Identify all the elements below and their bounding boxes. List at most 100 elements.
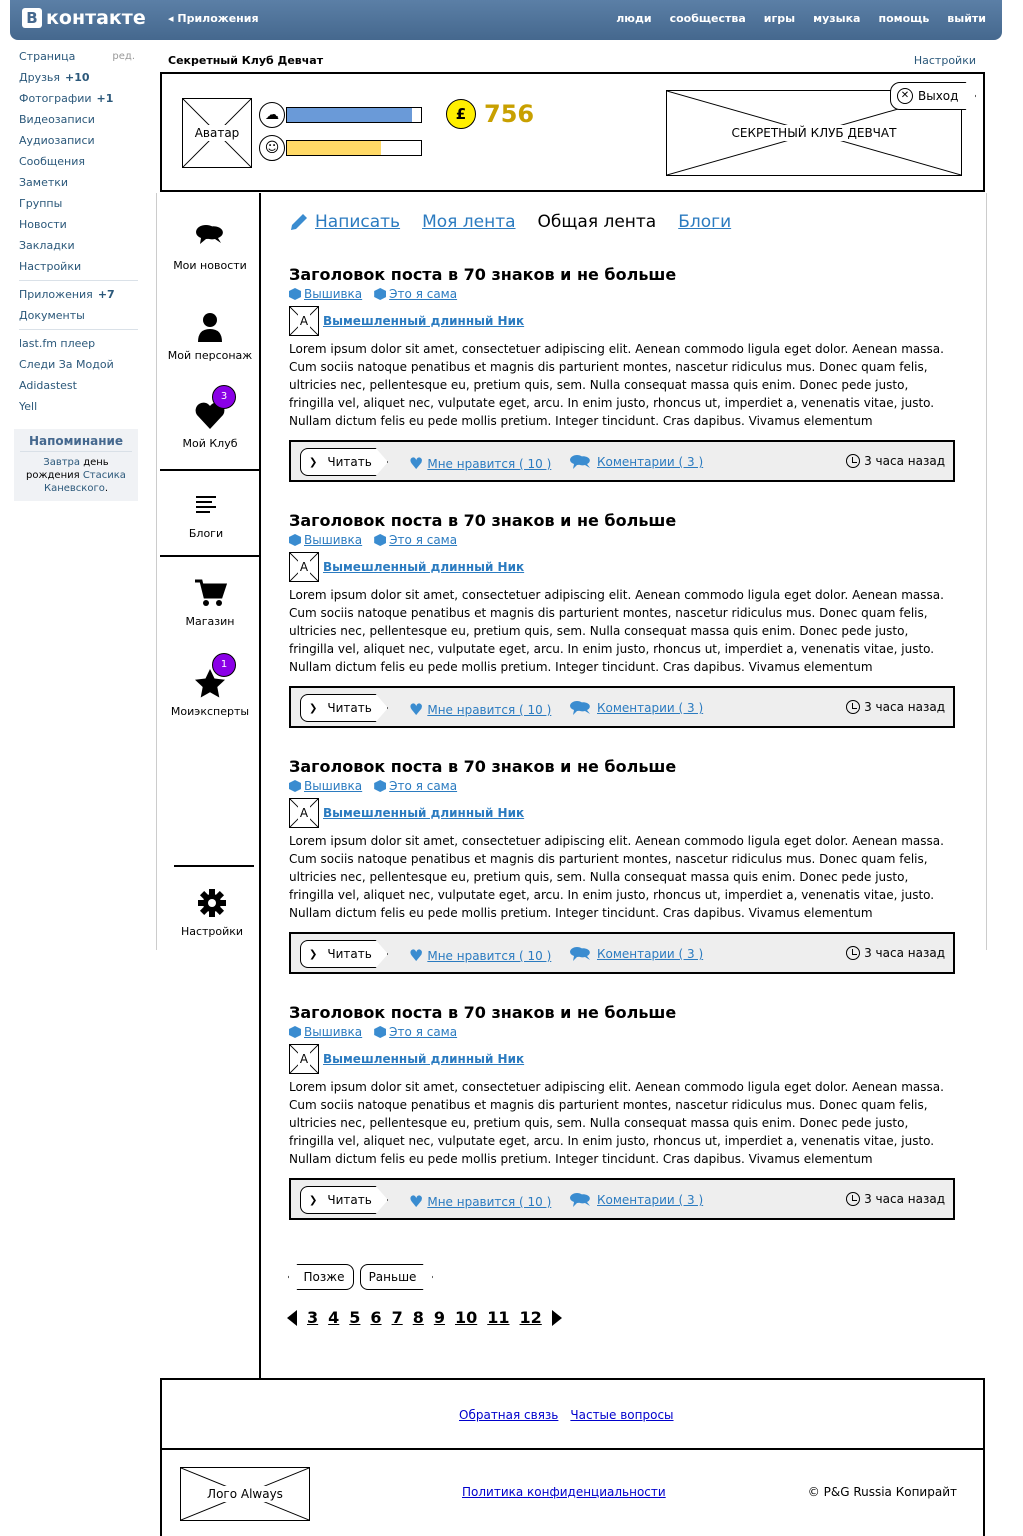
tag-link[interactable]: Это я сама [374, 779, 457, 793]
author-avatar[interactable]: A [289, 1044, 319, 1074]
side-nav-my-club[interactable]: 3 Мой Клуб [160, 385, 260, 450]
page-link[interactable]: 5 [349, 1308, 360, 1327]
post-title[interactable]: Заголовок поста в 70 знаков и не больше [289, 265, 955, 284]
left-menu-item-fashion[interactable]: Следи За Модой [14, 354, 138, 375]
side-nav-shop[interactable]: Магазин [160, 575, 260, 628]
page-link[interactable]: 3 [307, 1308, 318, 1327]
tab-write[interactable]: Написать [289, 212, 400, 232]
page-link[interactable]: 8 [413, 1308, 424, 1327]
left-menu-item-notes[interactable]: Заметки [14, 172, 138, 193]
left-menu-item-yell[interactable]: Yell [14, 396, 138, 417]
top-nav-help[interactable]: помощь [878, 12, 929, 25]
tab-my-feed[interactable]: Моя лента [422, 212, 515, 232]
left-menu-label: Yell [19, 400, 38, 413]
author-avatar[interactable]: A [289, 798, 319, 828]
left-menu-item-news[interactable]: Новости [14, 214, 138, 235]
left-menu-label: Заметки [19, 176, 69, 189]
top-nav-communities[interactable]: сообщества [670, 12, 746, 25]
tag-link[interactable]: Вышивка [289, 779, 362, 793]
author-nick-link[interactable]: Вымешленный длинный Ник [323, 1052, 524, 1066]
left-menu-item-settings[interactable]: Настройки [14, 256, 138, 277]
faq-link[interactable]: Частые вопросы [570, 1408, 673, 1422]
left-menu-item-page[interactable]: Страница ред. [14, 46, 138, 67]
tab-common-feed[interactable]: Общая лента [538, 212, 657, 232]
left-menu-label: Сообщения [19, 155, 86, 168]
reminder-tomorrow-link[interactable]: Завтра [43, 457, 80, 468]
like-button[interactable]: ♥ Мне нравится ( 10 ) [409, 946, 551, 965]
left-menu-item-lastfm[interactable]: last.fm плеер [14, 333, 138, 354]
post-actions: ❯ Читать ♥ Мне нравится ( 10 ) Коментарии ( … [289, 1178, 955, 1220]
top-nav-music[interactable]: музыка [813, 12, 860, 25]
header-settings-link[interactable]: Настройки [914, 54, 976, 67]
page-link[interactable]: 12 [520, 1308, 542, 1327]
tag-link[interactable]: Вышивка [289, 287, 362, 301]
earlier-button[interactable]: Раньше [360, 1264, 433, 1290]
author-avatar[interactable]: A [289, 552, 319, 582]
top-nav-games[interactable]: игры [764, 12, 795, 25]
tag-link[interactable]: Это я сама [374, 287, 457, 301]
page-link[interactable]: 6 [370, 1308, 381, 1327]
left-menu-item-apps[interactable]: Приложения +7 [14, 284, 138, 305]
tag-link[interactable]: Вышивка [289, 533, 362, 547]
post-title[interactable]: Заголовок поста в 70 знаков и не больше [289, 757, 955, 776]
read-button[interactable]: ❯ Читать [300, 694, 388, 722]
later-button[interactable]: Позже [288, 1264, 354, 1290]
left-menu-label: Видеозаписи [19, 113, 95, 126]
left-menu-item-groups[interactable]: Группы [14, 193, 138, 214]
prev-page-icon[interactable] [287, 1309, 297, 1326]
author-nick-link[interactable]: Вымешленный длинный Ник [323, 560, 524, 574]
tag-link[interactable]: Вышивка [289, 1025, 362, 1039]
tag-link[interactable]: Это я сама [374, 1025, 457, 1039]
footer-logo[interactable]: Лого Always [180, 1467, 310, 1521]
side-nav-label: Мой персонаж [167, 349, 253, 362]
side-nav-my-news[interactable]: Мои новости [160, 219, 260, 272]
left-menu-item-bookmarks[interactable]: Закладки [14, 235, 138, 256]
side-nav-label: Настройки [180, 925, 244, 938]
comments-button[interactable]: Коментарии ( 3 ) [569, 699, 703, 717]
top-nav-logout[interactable]: выйти [947, 12, 986, 25]
exit-button[interactable]: ✕ Выход [890, 82, 976, 110]
privacy-link[interactable]: Политика конфиденциальности [462, 1485, 666, 1499]
side-nav-settings[interactable]: Настройки [162, 885, 262, 938]
page-link[interactable]: 11 [487, 1308, 509, 1327]
read-button[interactable]: ❯ Читать [300, 940, 388, 968]
read-button[interactable]: ❯ Читать [300, 1186, 388, 1214]
left-menu-item-videos[interactable]: Видеозаписи [14, 109, 138, 130]
post-title[interactable]: Заголовок поста в 70 знаков и не больше [289, 511, 955, 530]
post-tags: Вышивка Это я сама [289, 1025, 955, 1039]
left-menu-item-photos[interactable]: Фотографии +1 [14, 88, 138, 109]
author-avatar[interactable]: A [289, 306, 319, 336]
page-link[interactable]: 9 [434, 1308, 445, 1327]
read-button[interactable]: ❯ Читать [300, 448, 388, 476]
next-page-icon[interactable] [551, 1309, 562, 1326]
side-nav-blogs[interactable]: Блоги [156, 487, 256, 540]
left-menu-item-documents[interactable]: Документы [14, 305, 138, 326]
left-menu-item-messages[interactable]: Сообщения [14, 151, 138, 172]
tab-blogs[interactable]: Блоги [678, 212, 731, 232]
post-title[interactable]: Заголовок поста в 70 знаков и не больше [289, 1003, 955, 1022]
comments-button[interactable]: Коментарии ( 3 ) [569, 1191, 703, 1209]
avatar[interactable]: Аватар [182, 98, 252, 168]
top-nav-people[interactable]: люди [616, 12, 651, 25]
like-button[interactable]: ♥ Мне нравится ( 10 ) [409, 1192, 551, 1211]
comments-button[interactable]: Коментарии ( 3 ) [569, 945, 703, 963]
edit-link[interactable]: ред. [112, 51, 135, 62]
comments-button[interactable]: Коментарии ( 3 ) [569, 453, 703, 471]
apps-link[interactable]: ◂ Приложения [168, 12, 259, 25]
tag-link[interactable]: Это я сама [374, 533, 457, 547]
page-link[interactable]: 10 [455, 1308, 477, 1327]
side-nav-label: Мои новости [173, 259, 247, 272]
left-menu-item-adidas[interactable]: Adidastest [14, 375, 138, 396]
page-link[interactable]: 7 [392, 1308, 403, 1327]
feedback-link[interactable]: Обратная связь [459, 1408, 558, 1422]
like-button[interactable]: ♥ Мне нравится ( 10 ) [409, 700, 551, 719]
vk-logo[interactable]: В контакте [22, 7, 146, 29]
author-nick-link[interactable]: Вымешленный длинный Ник [323, 806, 524, 820]
left-menu-item-friends[interactable]: Друзья +10 [14, 67, 138, 88]
side-nav-my-character[interactable]: Мой персонаж [160, 309, 260, 362]
left-menu-item-audio[interactable]: Аудиозаписи [14, 130, 138, 151]
like-button[interactable]: ♥ Мне нравится ( 10 ) [409, 454, 551, 473]
page-link[interactable]: 4 [328, 1308, 339, 1327]
side-nav-my-experts[interactable]: 1 Моиэксперты [160, 653, 260, 718]
author-nick-link[interactable]: Вымешленный длинный Ник [323, 314, 524, 328]
